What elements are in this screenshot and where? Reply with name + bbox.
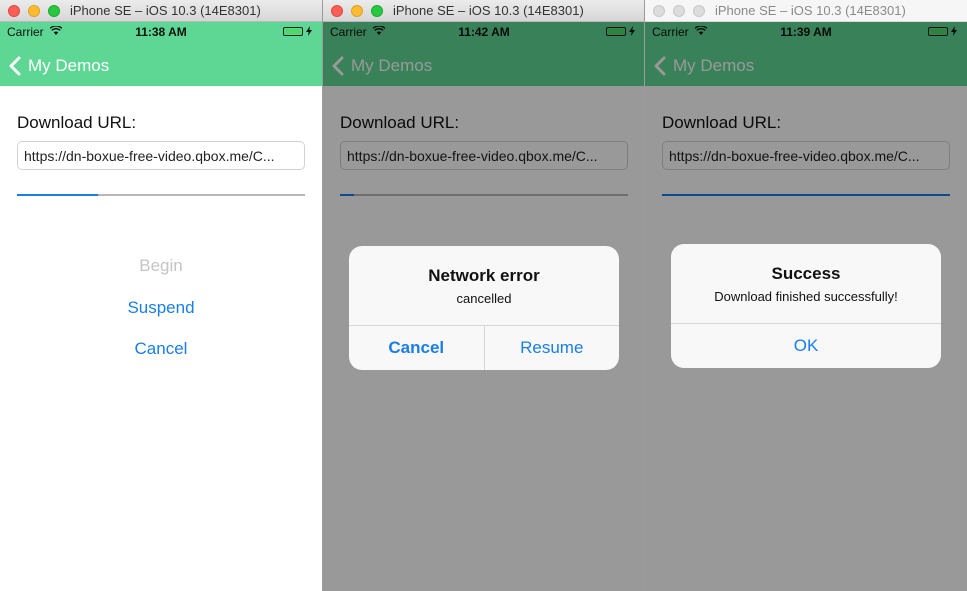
zoom-window-button[interactable]	[48, 5, 60, 17]
alert-actions: Cancel Resume	[349, 325, 619, 370]
device-screen: Carrier 11:42 AM My Demos Download URL: …	[323, 22, 645, 591]
alert-actions: OK	[671, 323, 941, 368]
window-titlebar[interactable]: iPhone SE – iOS 10.3 (14E8301)	[323, 0, 645, 22]
cancel-button[interactable]: Cancel	[0, 339, 322, 359]
back-button[interactable]: My Demos	[9, 54, 109, 78]
download-view: Download URL: https://dn-boxue-free-vide…	[0, 86, 322, 591]
alert-title: Network error	[428, 266, 540, 285]
device-screen: Carrier 11:38 AM My Demos Download URL: …	[0, 22, 322, 591]
alert-ok-button[interactable]: OK	[671, 324, 941, 368]
simulator-window-2: iPhone SE – iOS 10.3 (14E8301) Carrier 1…	[323, 0, 645, 591]
device-screen: Carrier 11:39 AM My Demos Download URL: …	[645, 22, 967, 591]
charging-bolt-icon	[306, 26, 312, 36]
close-window-button[interactable]	[8, 5, 20, 17]
minimize-window-button[interactable]	[28, 5, 40, 17]
alert-resume-button[interactable]: Resume	[483, 326, 620, 370]
progress-fill	[17, 194, 98, 196]
battery-icon	[283, 27, 303, 36]
alert-cancel-button[interactable]: Cancel	[349, 326, 484, 370]
close-window-button[interactable]	[331, 5, 343, 17]
minimize-window-button[interactable]	[673, 5, 685, 17]
alert-message: Download finished successfully!	[714, 289, 898, 304]
back-button-label: My Demos	[28, 56, 110, 75]
close-window-button[interactable]	[653, 5, 665, 17]
window-title: iPhone SE – iOS 10.3 (14E8301)	[70, 3, 261, 18]
network-error-alert: Network error cancelled Cancel Resume	[349, 246, 619, 370]
window-title: iPhone SE – iOS 10.3 (14E8301)	[393, 3, 584, 18]
minimize-window-button[interactable]	[351, 5, 363, 17]
suspend-button[interactable]: Suspend	[0, 298, 322, 318]
window-title: iPhone SE – iOS 10.3 (14E8301)	[715, 3, 906, 18]
download-progress-bar	[17, 194, 305, 196]
download-url-label: Download URL:	[17, 113, 137, 132]
alert-title: Success	[771, 264, 841, 283]
simulator-window-1: iPhone SE – iOS 10.3 (14E8301) Carrier 1…	[0, 0, 322, 591]
begin-button[interactable]: Begin	[0, 256, 322, 276]
alert-message: cancelled	[456, 291, 512, 306]
status-bar: Carrier 11:38 AM	[0, 22, 322, 42]
download-url-field[interactable]: https://dn-boxue-free-video.qbox.me/C...	[17, 141, 305, 170]
success-alert: Success Download finished successfully! …	[671, 244, 941, 368]
window-titlebar[interactable]: iPhone SE – iOS 10.3 (14E8301)	[0, 0, 322, 22]
zoom-window-button[interactable]	[371, 5, 383, 17]
status-time: 11:38 AM	[135, 25, 187, 39]
window-titlebar[interactable]: iPhone SE – iOS 10.3 (14E8301)	[645, 0, 967, 22]
navigation-bar: Carrier 11:38 AM My Demos	[0, 22, 322, 86]
simulator-window-3: iPhone SE – iOS 10.3 (14E8301) Carrier 1…	[645, 0, 967, 591]
zoom-window-button[interactable]	[693, 5, 705, 17]
back-chevron-icon	[9, 56, 21, 76]
